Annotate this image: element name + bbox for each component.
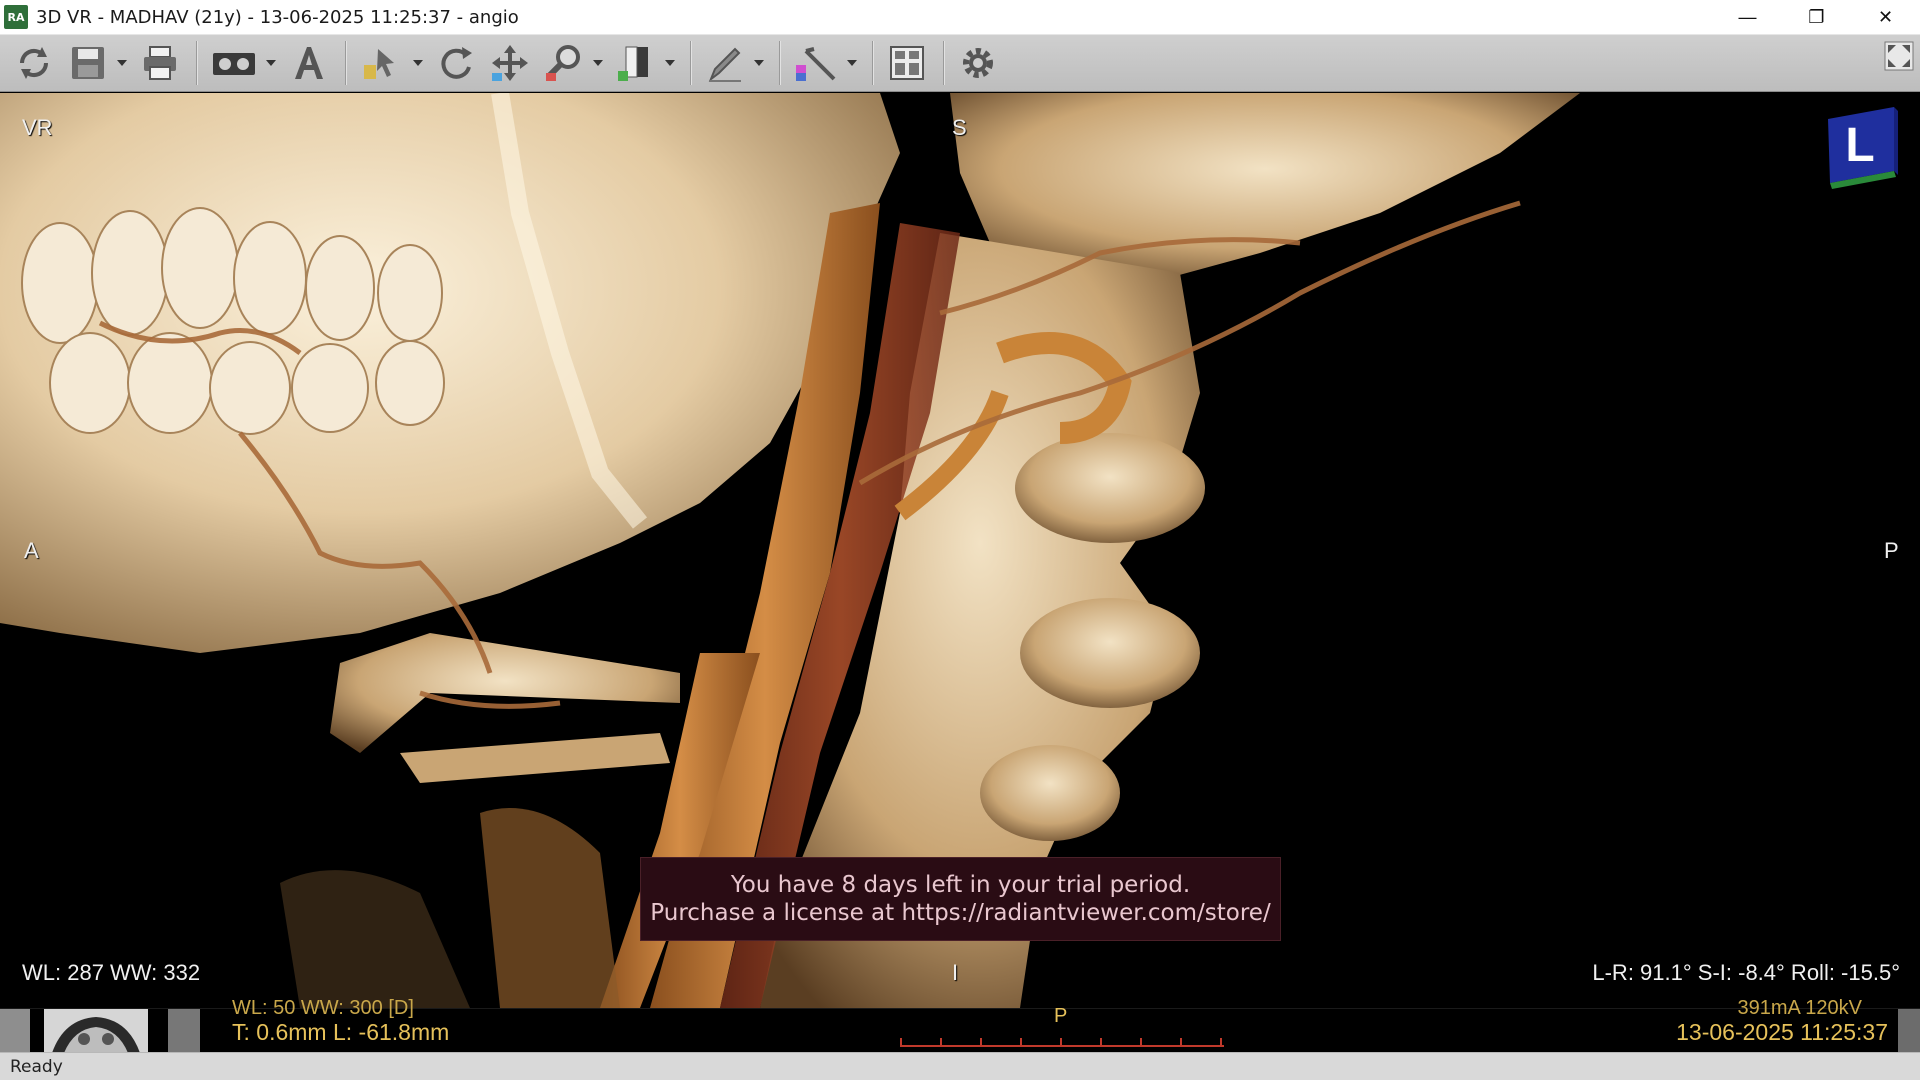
strip-window-level-cut: WL: 50 WW: 300 [D] (232, 997, 414, 1019)
restore-icon: ❐ (1808, 7, 1825, 27)
status-bar: Ready (0, 1052, 1920, 1080)
orientation-top-label: S (952, 115, 967, 140)
status-text: Ready (10, 1056, 63, 1077)
toolbar-separator (872, 41, 873, 85)
trial-notice-line2: Purchase a license at https://radiantvie… (650, 900, 1271, 926)
toolbar-separator (345, 41, 346, 85)
ruler-tick (1140, 1038, 1142, 1045)
measure-dropdown-arrow[interactable] (753, 39, 765, 87)
title-bar: RA 3D VR - MADHAV (21y) - 13-06-2025 11:… (0, 0, 1920, 35)
save-icon (72, 47, 104, 79)
save-dropdown-arrow[interactable] (116, 39, 128, 87)
minimize-icon: — (1738, 7, 1757, 27)
chevron-down-icon (117, 60, 127, 66)
ruler-tick (1060, 1038, 1062, 1045)
chevron-down-icon (593, 60, 603, 66)
settings-gear-icon (963, 48, 993, 78)
ruler-tick (980, 1038, 982, 1045)
window-title: 3D VR - MADHAV (21y) - 13-06-2025 11:25:… (36, 6, 519, 28)
chevron-down-icon (847, 60, 857, 66)
toolbar-separator (690, 41, 691, 85)
rotate-button[interactable] (430, 39, 482, 87)
ruler-tick (1180, 1038, 1182, 1045)
zoom-dropdown-arrow[interactable] (592, 39, 604, 87)
strip-scroll-left[interactable] (0, 1009, 30, 1053)
orientation-cube-icon: L (1828, 107, 1898, 189)
pointer-tool-button[interactable] (354, 39, 410, 87)
main-toolbar (0, 35, 1920, 92)
refresh-icon (19, 47, 49, 79)
trial-notice: You have 8 days left in your trial perio… (640, 857, 1281, 941)
vr-viewport[interactable]: VR S A P L You have 8 days left in your … (0, 93, 1920, 1008)
measure-pen-button[interactable] (699, 39, 751, 87)
print-icon (144, 46, 176, 80)
trial-notice-line1: You have 8 days left in your trial perio… (730, 872, 1191, 898)
angle-tool-icon (796, 47, 836, 81)
angle-tool-button[interactable] (788, 39, 844, 87)
save-button[interactable] (62, 39, 114, 87)
restore-button[interactable]: ❐ (1782, 0, 1851, 35)
angle-dropdown-arrow[interactable] (846, 39, 858, 87)
annotation-text-button[interactable] (283, 39, 335, 87)
fullscreen-icon (1884, 41, 1914, 71)
chevron-down-icon (413, 60, 423, 66)
cine-button[interactable] (205, 39, 263, 87)
ruler-tick (1020, 1038, 1022, 1045)
fullscreen-button[interactable] (1884, 41, 1914, 76)
chevron-down-icon (266, 60, 276, 66)
settings-button[interactable] (952, 39, 1004, 87)
app-logo-icon: RA (4, 5, 28, 29)
window-level-readout: WL: 287 WW: 332 (22, 960, 201, 985)
orientation-right-label: P (1884, 538, 1899, 563)
layout-grid-icon (890, 46, 924, 80)
toolbar-separator (779, 41, 780, 85)
orientation-left-label: A (24, 538, 39, 563)
pan-button[interactable] (484, 39, 536, 87)
pointer-dropdown-arrow[interactable] (412, 39, 424, 87)
toolbar-separator (943, 41, 944, 85)
window-level-dropdown-arrow[interactable] (664, 39, 676, 87)
chevron-down-icon (665, 60, 675, 66)
print-button[interactable] (134, 39, 186, 87)
window-level-button[interactable] (610, 39, 662, 87)
orientation-cube-letter: L (1845, 119, 1874, 172)
cine-dropdown-arrow[interactable] (265, 39, 277, 87)
ruler-tick (1100, 1038, 1102, 1045)
toolbar-separator (196, 41, 197, 85)
thumbnail-image (44, 1009, 148, 1053)
window-controls: — ❐ ✕ (1713, 0, 1920, 35)
cine-icon (213, 53, 255, 75)
rotate-icon (441, 47, 472, 79)
text-cursor: I (952, 960, 959, 985)
close-icon: ✕ (1877, 7, 1894, 27)
strip-orientation-marker: P (1054, 1005, 1068, 1027)
slice-info: T: 0.6mm L: -61.8mm (232, 1019, 450, 1045)
refresh-button[interactable] (8, 39, 60, 87)
study-datetime: 13-06-2025 11:25:37 (1676, 1019, 1888, 1045)
zoom-button[interactable] (538, 39, 590, 87)
zoom-icon (546, 45, 580, 81)
close-button[interactable]: ✕ (1851, 0, 1920, 35)
layout-grid-button[interactable] (881, 39, 933, 87)
strip-scroll-right[interactable] (168, 1009, 200, 1053)
ruler-tick (940, 1038, 942, 1045)
chevron-down-icon (754, 60, 764, 66)
series-strip: WL: 50 WW: 300 [D] T: 0.6mm L: -61.8mm P… (0, 997, 1920, 1053)
pan-icon (492, 45, 528, 81)
strip-scrollbar[interactable] (1898, 1009, 1920, 1053)
measure-pen-icon (708, 47, 741, 82)
annotation-text-icon (295, 47, 323, 79)
strip-exposure-cut: 391mA 120kV (1737, 997, 1862, 1019)
scale-ruler (900, 1038, 1224, 1047)
rotation-readout: L-R: 91.1° S-I: -8.4° Roll: -15.5° (1592, 960, 1900, 985)
render-mode-label: VR (22, 115, 53, 140)
orientation-cube[interactable]: L (1820, 105, 1900, 195)
ruler-tick (1220, 1038, 1222, 1045)
ruler-tick (900, 1038, 902, 1045)
window-level-icon (618, 46, 648, 81)
minimize-button[interactable]: — (1713, 0, 1782, 35)
series-thumbnail[interactable] (44, 1009, 148, 1053)
pointer-tool-icon (364, 49, 394, 79)
